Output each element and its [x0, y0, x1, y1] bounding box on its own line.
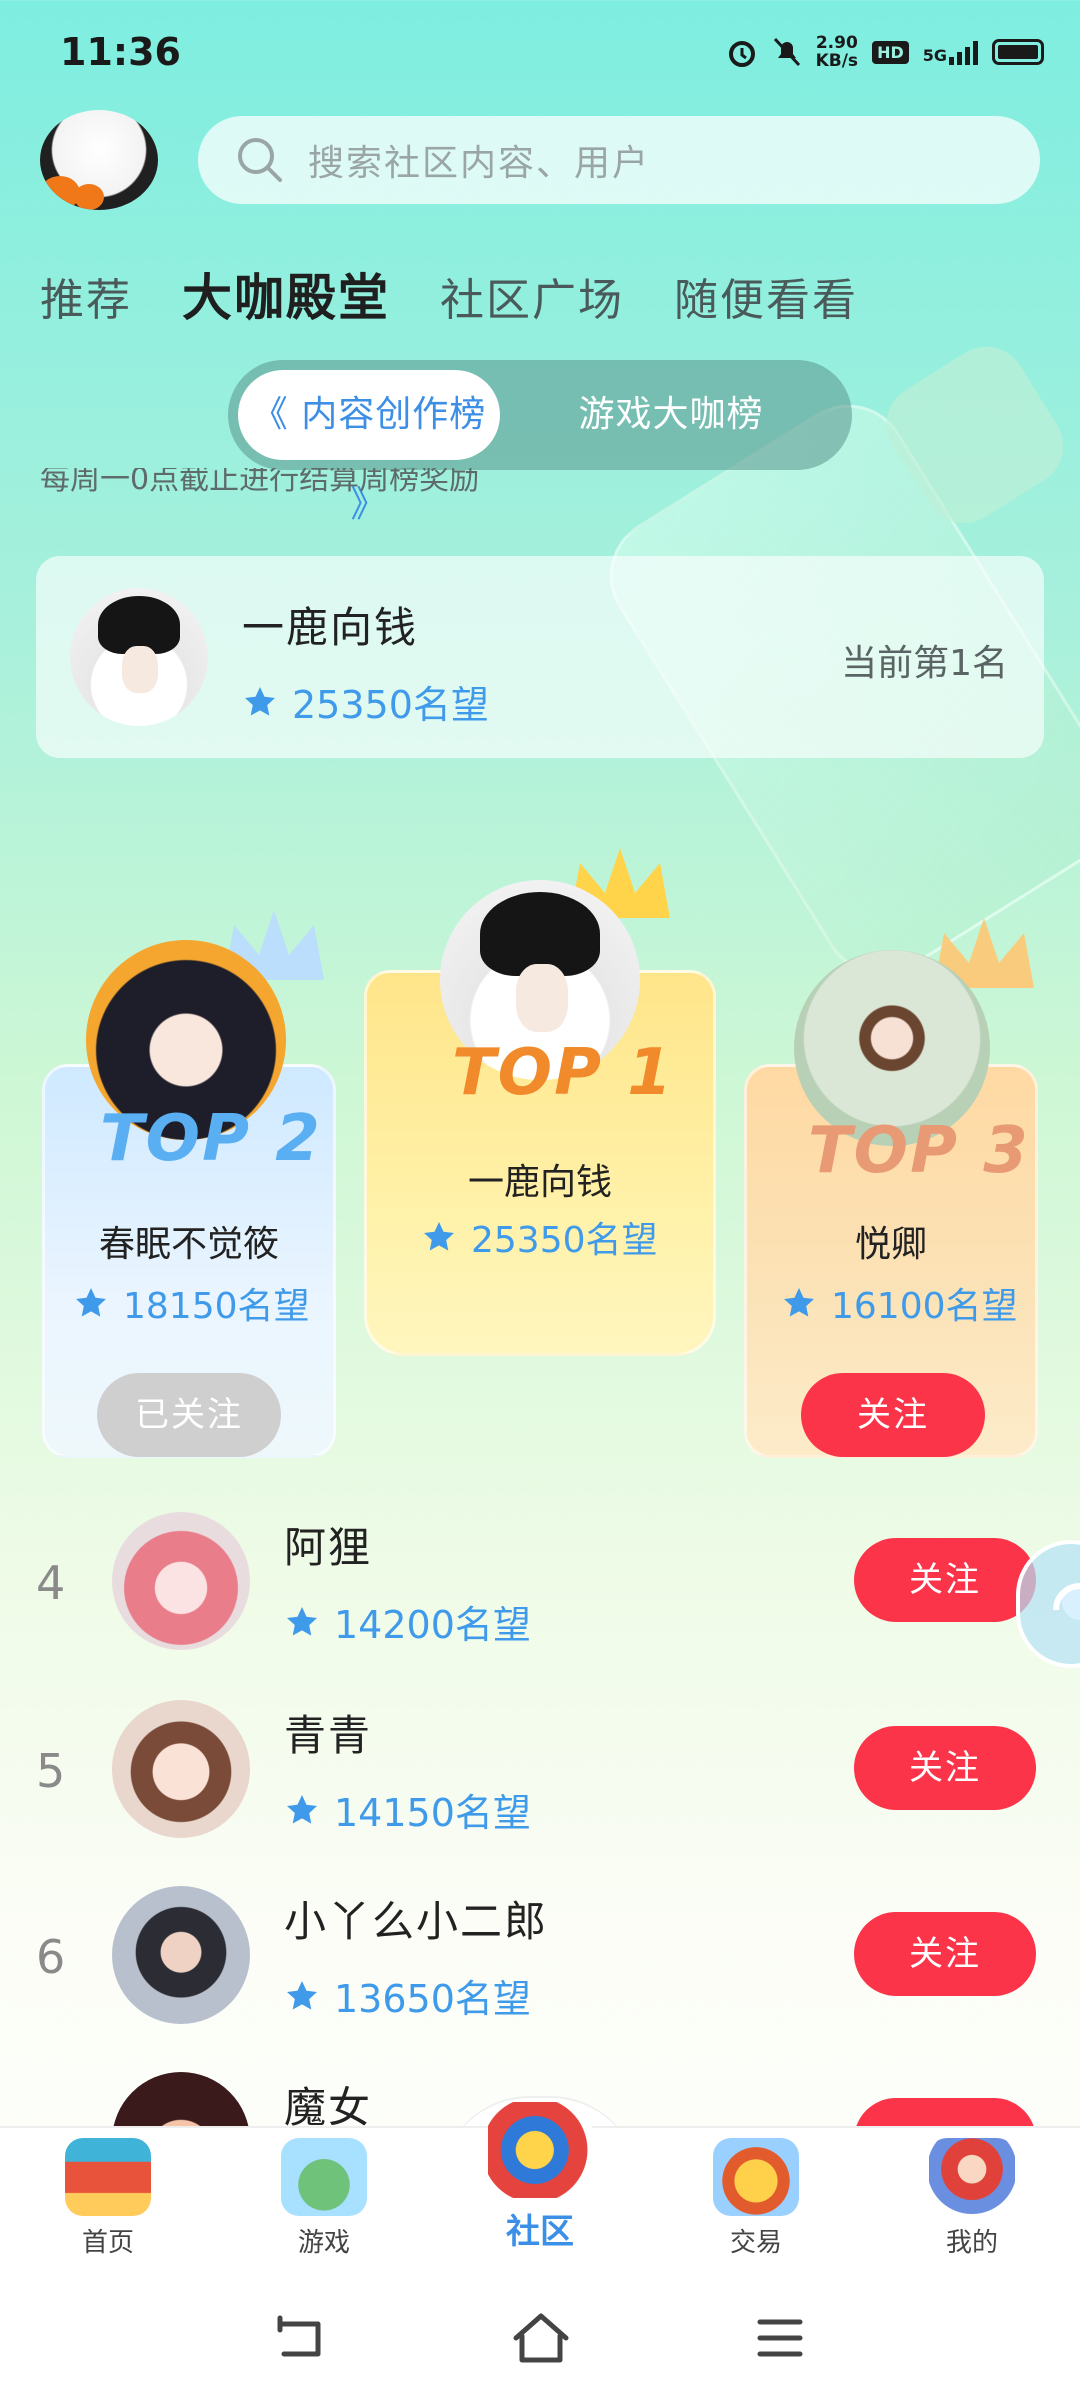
- battery-icon: [992, 39, 1044, 65]
- home-icon: [65, 2138, 151, 2216]
- star-icon: [287, 1606, 317, 1636]
- nav-home[interactable]: 首页: [0, 2138, 216, 2259]
- games-icon: [281, 2138, 367, 2216]
- current-rank-text: 当前第1名: [841, 643, 1008, 684]
- trade-icon: [713, 2138, 799, 2216]
- user-name: 青青: [284, 1711, 373, 1760]
- list-item[interactable]: 6 小丫么小二郎 13650名望 关注: [0, 1874, 1080, 2054]
- current-user-name: 一鹿向钱: [242, 603, 419, 652]
- star-icon: [784, 1288, 814, 1317]
- search-icon: [238, 138, 282, 182]
- rank-number: 4: [36, 1556, 66, 1610]
- podium-name: 一鹿向钱: [467, 1162, 612, 1203]
- signal-icon: [949, 39, 978, 65]
- signal-indicator: 5G: [923, 39, 978, 65]
- current-rank-card: 一鹿向钱 25350名望 当前第1名: [36, 556, 1044, 758]
- avatar[interactable]: [112, 1700, 250, 1838]
- avatar[interactable]: [112, 1886, 250, 2024]
- rank-number: 5: [36, 1744, 66, 1798]
- home-nav-icon[interactable]: [510, 2310, 572, 2366]
- current-user-score: 25350名望: [242, 674, 489, 729]
- top3-label: TOP 3: [808, 1114, 1030, 1188]
- nav-profile[interactable]: 我的: [864, 2138, 1080, 2259]
- star-icon: [245, 686, 275, 716]
- tab-recommend[interactable]: 推荐: [40, 264, 132, 328]
- tab-community-square[interactable]: 社区广场: [440, 264, 624, 328]
- follow-button[interactable]: 关注: [801, 1373, 985, 1457]
- user-avatar[interactable]: [40, 110, 158, 210]
- score-text: 25350名望: [292, 683, 489, 727]
- settlement-notice: 每周一0点截止进行结算周榜奖励: [40, 468, 480, 497]
- follow-button[interactable]: 关注: [854, 2098, 1036, 2126]
- followed-button[interactable]: 已关注: [97, 1373, 281, 1457]
- search-placeholder: 搜索社区内容、用户: [308, 143, 651, 184]
- system-nav-bar: [0, 2276, 1080, 2400]
- podium-name: 春眠不觉筱: [98, 1224, 279, 1265]
- profile-icon: [929, 2138, 1015, 2216]
- avatar[interactable]: [112, 2072, 250, 2126]
- network-speed: 2.90 KB/s: [815, 33, 859, 71]
- top1-label: TOP 1: [452, 1036, 674, 1110]
- user-score: 13650名望: [284, 1968, 531, 2023]
- pumpkin-icon: [74, 184, 104, 210]
- segment-game-expert[interactable]: 游戏大咖榜: [500, 370, 842, 460]
- podium-score: 16100名望: [781, 1277, 1018, 1329]
- menu-icon[interactable]: [756, 2316, 804, 2360]
- hd-badge: HD: [872, 40, 909, 64]
- user-score: 14150名望: [284, 1782, 531, 1837]
- mute-bell-icon: [773, 37, 800, 67]
- star-icon: [287, 1794, 317, 1824]
- podium-name: 悦卿: [854, 1224, 927, 1265]
- avatar[interactable]: [70, 588, 208, 726]
- star-icon: [76, 1288, 106, 1317]
- avatar[interactable]: [112, 1512, 250, 1650]
- status-icons: 2.90 KB/s HD 5G: [726, 34, 1044, 70]
- tab-browse[interactable]: 随便看看: [674, 264, 858, 328]
- star-icon: [424, 1222, 454, 1251]
- list-item[interactable]: 4 阿狸 14200名望 关注: [0, 1500, 1080, 1680]
- back-icon[interactable]: [270, 2314, 326, 2364]
- alarm-icon: [728, 41, 755, 67]
- nav-community[interactable]: 社区: [432, 2102, 648, 2253]
- follow-button[interactable]: 关注: [854, 1726, 1036, 1810]
- top-tabs: 推荐 大咖殿堂 社区广场 随便看看: [40, 258, 858, 330]
- headset-icon: [1053, 1583, 1080, 1620]
- follow-button[interactable]: 关注: [854, 1538, 1036, 1622]
- user-name: 小丫么小二郎: [284, 1897, 549, 1946]
- nav-games[interactable]: 游戏: [216, 2138, 432, 2259]
- community-icon: [488, 2102, 592, 2198]
- star-icon: [287, 1980, 317, 2010]
- list-item[interactable]: 5 青青 14150名望 关注: [0, 1688, 1080, 1868]
- rank-number: 6: [36, 1930, 66, 1984]
- follow-button[interactable]: 关注: [854, 1912, 1036, 1996]
- search-input[interactable]: 搜索社区内容、用户: [198, 116, 1040, 204]
- podium-score: 18150名望: [73, 1277, 310, 1329]
- podium-score: 25350名望: [421, 1211, 658, 1263]
- user-score: 14200名望: [284, 1594, 531, 1649]
- status-time: 11:36: [60, 30, 181, 74]
- nav-trade[interactable]: 交易: [648, 2138, 864, 2259]
- user-name: 魔女: [284, 2083, 373, 2126]
- ranking-segment: 《 内容创作榜 》 游戏大咖榜: [228, 360, 852, 525]
- user-name: 阿狸: [284, 1523, 373, 1572]
- segment-content-creator[interactable]: 《 内容创作榜 》: [238, 370, 500, 525]
- bottom-nav: 首页 游戏 社区 交易 我的: [0, 2102, 1080, 2276]
- tab-hall-of-fame[interactable]: 大咖殿堂: [182, 258, 390, 330]
- top2-label: TOP 2: [100, 1102, 322, 1176]
